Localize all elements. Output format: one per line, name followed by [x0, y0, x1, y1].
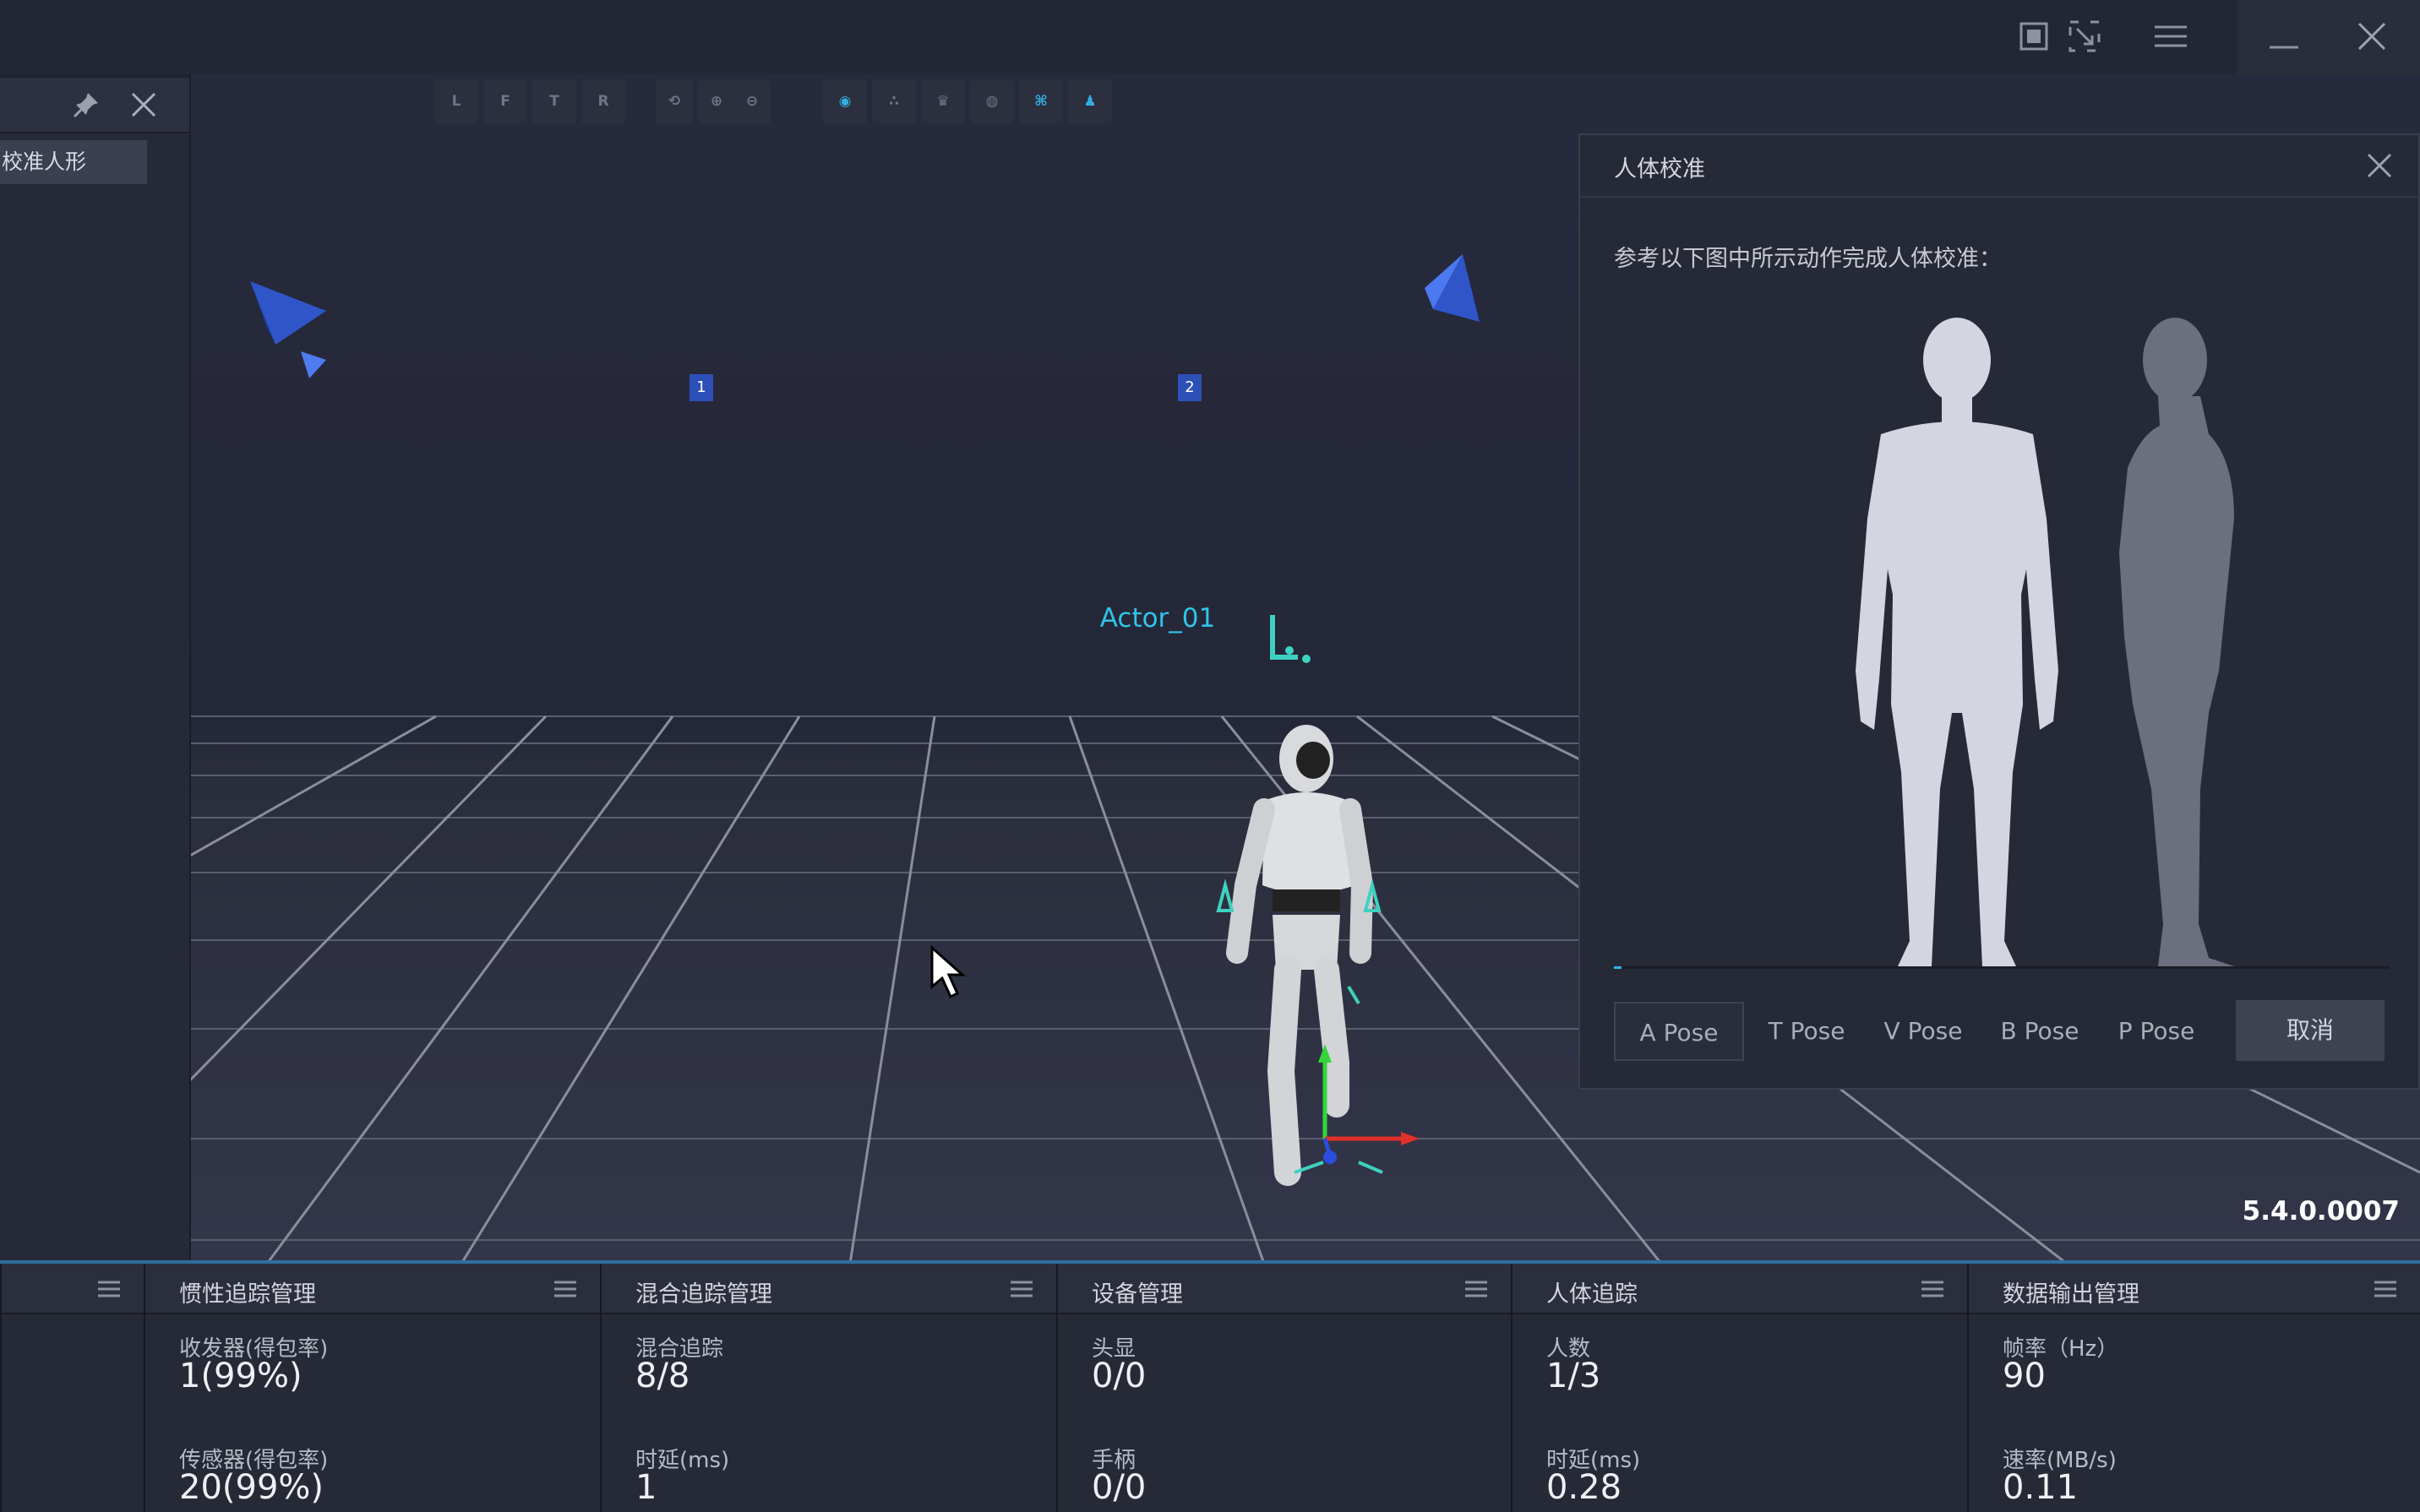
- tracker-icon[interactable]: ⌘: [1019, 79, 1063, 123]
- mesh-icon[interactable]: ◍: [970, 79, 1014, 123]
- metric-value: 0/0: [1092, 1468, 1147, 1507]
- status-panel-body-tracking: 人体追踪 人数 1/3 时延(ms) 0.28: [1511, 1264, 1967, 1512]
- pin-icon[interactable]: [71, 90, 101, 120]
- calibration-progress-track: [1614, 966, 2390, 969]
- panel-menu-icon[interactable]: [1920, 1279, 1945, 1299]
- camera-icon[interactable]: ◉: [823, 79, 867, 123]
- status-panel-data-output: 数据输出管理 帧率（Hz） 90 速率(MB/s) 0.11: [1967, 1264, 2420, 1512]
- version-label: 5.4.0.0007: [2242, 1196, 2400, 1226]
- markers-icon[interactable]: ∴: [872, 79, 916, 123]
- left-panel-item[interactable]: 校准人形: [0, 140, 147, 184]
- title-bar: [0, 0, 2420, 74]
- status-panel-inertial: 惯性追踪管理 收发器(得包率) 1(99%) 传感器(得包率) 20(99%): [144, 1264, 600, 1512]
- view-left-button[interactable]: L: [434, 79, 478, 123]
- metric-value: 0.11: [2003, 1468, 2079, 1507]
- close-icon[interactable]: [2352, 17, 2391, 56]
- metric-value: 8/8: [635, 1357, 690, 1395]
- axis-gizmo[interactable]: [1205, 1029, 1543, 1248]
- actor-icon[interactable]: ♟: [1068, 79, 1112, 123]
- side-pose-figure: [2119, 318, 2234, 966]
- view-right-button[interactable]: R: [581, 79, 625, 123]
- cancel-button[interactable]: 取消: [2236, 1000, 2385, 1061]
- metric-value: 1/3: [1546, 1357, 1601, 1395]
- tab-v-pose[interactable]: V Pose: [1872, 1002, 1974, 1061]
- panel-menu-icon[interactable]: [1009, 1279, 1034, 1299]
- tab-p-pose[interactable]: P Pose: [2106, 1002, 2207, 1061]
- calibration-instruction: 参考以下图中所示动作完成人体校准：: [1614, 246, 2002, 272]
- metric-value: 1(99%): [179, 1357, 302, 1395]
- metric-value: 20(99%): [179, 1468, 324, 1507]
- tab-t-pose[interactable]: T Pose: [1756, 1002, 1857, 1061]
- front-pose-figure: [1856, 318, 2058, 966]
- camera-tag-2[interactable]: 2: [1178, 374, 1202, 401]
- panel-title: 混合追踪管理: [635, 1281, 772, 1308]
- camera-marker[interactable]: [242, 277, 335, 404]
- panel-header: [2, 1264, 144, 1314]
- zoom-out-icon[interactable]: ⊖: [733, 79, 771, 123]
- menu-icon[interactable]: [2151, 17, 2190, 56]
- metric-value: 1: [635, 1468, 657, 1507]
- panel-menu-icon[interactable]: [553, 1279, 578, 1299]
- panel-title: 人体追踪: [1546, 1281, 1638, 1308]
- tab-a-pose[interactable]: A Pose: [1614, 1002, 1744, 1061]
- metric-value: 0.28: [1546, 1468, 1622, 1507]
- view-top-button[interactable]: T: [532, 79, 576, 123]
- reset-view-icon[interactable]: ⟲: [656, 79, 693, 123]
- status-panel-hybrid: 混合追踪管理 混合追踪 8/8 时延(ms) 1: [600, 1264, 1056, 1512]
- actor-name-label: Actor_01: [1099, 603, 1216, 634]
- exit-fullscreen-icon[interactable]: [2065, 17, 2104, 56]
- panel-title: 设备管理: [1092, 1281, 1183, 1308]
- status-panel-partial: [0, 1264, 144, 1512]
- left-panel: [0, 78, 191, 1264]
- status-panel-devices: 设备管理 头显 0/0 手柄 0/0: [1056, 1264, 1511, 1512]
- dialog-title: 人体校准: [1614, 156, 1705, 182]
- panel-menu-icon[interactable]: [96, 1279, 122, 1299]
- panel-title: 惯性追踪管理: [179, 1281, 316, 1308]
- dialog-close-icon[interactable]: [2364, 150, 2395, 181]
- panel-menu-icon[interactable]: [1463, 1279, 1489, 1299]
- view-front-button[interactable]: F: [483, 79, 527, 123]
- dialog-header: [1580, 135, 2420, 198]
- camera-marker[interactable]: [1416, 250, 1484, 334]
- skeleton-icon[interactable]: ♛: [921, 79, 965, 123]
- minimize-icon[interactable]: [2265, 17, 2303, 56]
- calibration-progress-fill: [1614, 966, 1622, 969]
- fullscreen-icon[interactable]: [2014, 17, 2053, 56]
- metric-value: 90: [2003, 1357, 2046, 1395]
- zoom-in-icon[interactable]: ⊕: [698, 79, 735, 123]
- metric-value: 0/0: [1092, 1357, 1147, 1395]
- mouse-cursor-icon: [930, 944, 966, 999]
- calibration-dialog: 人体校准 参考以下图中所示动作完成人体校准： A Pose T Pose V P…: [1578, 133, 2420, 1090]
- panel-title: 数据输出管理: [2003, 1281, 2139, 1308]
- camera-tag-1[interactable]: 1: [689, 374, 713, 401]
- tab-b-pose[interactable]: B Pose: [1989, 1002, 2090, 1061]
- panel-menu-icon[interactable]: [2373, 1279, 2398, 1299]
- panel-close-icon[interactable]: [128, 90, 159, 120]
